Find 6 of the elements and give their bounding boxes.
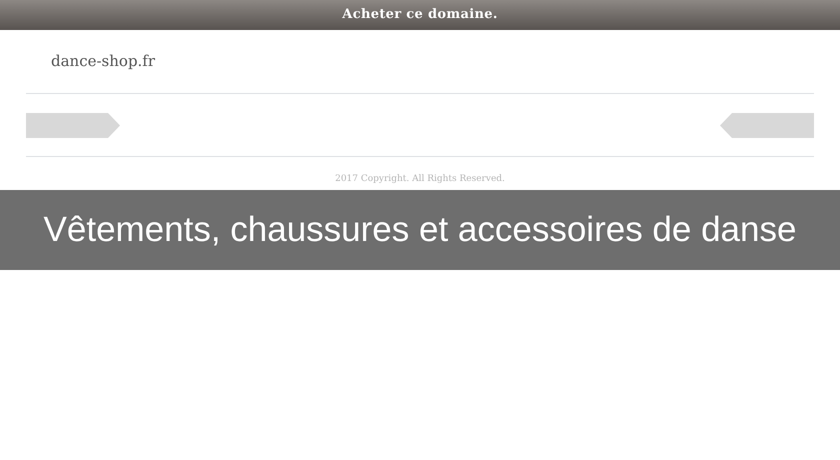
domain-name: dance-shop.fr [51, 51, 156, 72]
right-arrow-tab-icon [26, 112, 120, 138]
copyright-text: 2017 Copyright. All Rights Reserved. [335, 173, 505, 186]
caption-text: Vêtements, chaussures et accessoires de danse [44, 208, 796, 251]
left-arrow-tab-icon [720, 112, 814, 138]
buy-domain-link[interactable]: Acheter ce domaine. [342, 5, 498, 25]
